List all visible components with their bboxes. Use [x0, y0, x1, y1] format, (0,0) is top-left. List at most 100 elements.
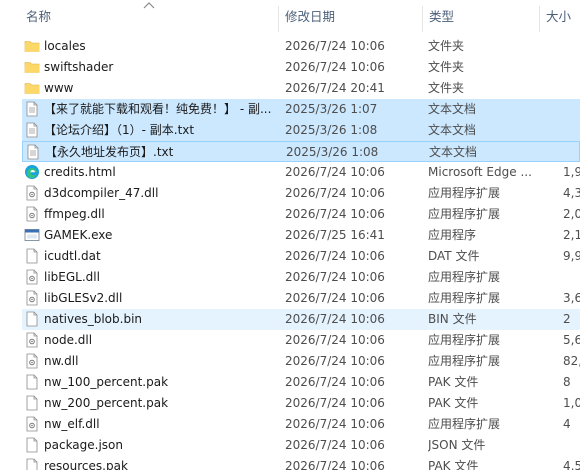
- text-file-icon: [24, 101, 40, 117]
- file-modified-date: 2026/7/24 10:06: [285, 186, 385, 200]
- file-size: 2,0: [563, 207, 580, 221]
- file-type: 应用程序扩展: [428, 417, 501, 431]
- column-header-name[interactable]: 名称: [22, 0, 276, 34]
- file-name: ffmpeg.dll: [44, 207, 105, 221]
- blank-file-icon: [24, 248, 40, 264]
- file-size: 2,1: [563, 228, 580, 242]
- file-name: libGLESv2.dll: [44, 291, 123, 305]
- column-header-type[interactable]: 类型: [425, 0, 537, 34]
- file-size: 4,3: [563, 186, 580, 200]
- file-row[interactable]: ffmpeg.dll 2026/7/24 10:06 应用程序扩展 2,0: [22, 204, 580, 225]
- file-modified-date: 2026/7/24 10:06: [285, 396, 385, 410]
- file-modified-date: 2025/3/26 1:08: [286, 145, 379, 159]
- edge-icon: [24, 164, 40, 180]
- file-type: 文本文档: [429, 145, 478, 159]
- file-size: [563, 36, 580, 57]
- blank-file-icon: [24, 458, 40, 470]
- blank-file-icon: [24, 437, 40, 453]
- folder-icon: [24, 59, 40, 75]
- dll-file-icon: [24, 332, 40, 348]
- column-header-bar: 名称 修改日期 类型 大小: [0, 0, 580, 34]
- file-type: 文本文档: [428, 123, 477, 137]
- file-name: natives_blob.bin: [44, 312, 143, 326]
- file-modified-date: 2026/7/24 10:06: [285, 270, 385, 284]
- file-size: 5,6: [563, 333, 580, 347]
- file-modified-date: 2026/7/24 10:06: [285, 165, 385, 179]
- file-name: package.json: [44, 438, 124, 452]
- file-row[interactable]: 【永久地址发布页】.txt 2025/3/26 1:08 文本文档: [22, 141, 580, 162]
- file-row[interactable]: locales 2026/7/24 10:06 文件夹: [22, 36, 580, 57]
- column-divider[interactable]: [278, 6, 279, 32]
- blank-file-icon: [24, 374, 40, 390]
- column-header-date[interactable]: 修改日期: [281, 0, 421, 34]
- file-size: 4,5: [563, 459, 580, 470]
- file-type: 应用程序扩展: [428, 207, 501, 221]
- file-row[interactable]: 【来了就能下载和观看！纯免费！】 - 副... 2025/3/26 1:07 文本文…: [22, 99, 580, 120]
- file-modified-date: 2026/7/24 10:06: [285, 354, 385, 368]
- dll-file-icon: [24, 206, 40, 222]
- column-divider[interactable]: [422, 6, 423, 32]
- file-size: 2: [563, 312, 571, 326]
- file-modified-date: 2026/7/24 10:06: [285, 249, 385, 263]
- file-type: Microsoft Edge ...: [428, 165, 532, 179]
- file-type: 应用程序扩展: [428, 291, 501, 305]
- file-size: [564, 142, 580, 163]
- file-row[interactable]: node.dll 2026/7/24 10:06 应用程序扩展 5,6: [22, 330, 580, 351]
- file-modified-date: 2025/3/26 1:07: [285, 102, 378, 116]
- file-row[interactable]: nw_elf.dll 2026/7/24 10:06 应用程序扩展 4: [22, 414, 580, 435]
- file-modified-date: 2026/7/24 10:06: [285, 291, 385, 305]
- column-divider[interactable]: [539, 6, 540, 32]
- file-type: PAK 文件: [428, 396, 479, 410]
- file-type: PAK 文件: [428, 375, 479, 389]
- file-type: 文本文档: [428, 102, 477, 116]
- file-row[interactable]: nw_200_percent.pak 2026/7/24 10:06 PAK 文件 1…: [22, 393, 580, 414]
- blank-file-icon: [24, 311, 40, 327]
- file-row[interactable]: libEGL.dll 2026/7/24 10:06 应用程序扩展: [22, 267, 580, 288]
- file-row[interactable]: icudtl.dat 2026/7/24 10:06 DAT 文件 9,9: [22, 246, 580, 267]
- file-type: BIN 文件: [428, 312, 477, 326]
- exe-icon: [24, 227, 40, 243]
- file-size: 8: [563, 375, 571, 389]
- file-row[interactable]: libGLESv2.dll 2026/7/24 10:06 应用程序扩展 3,6: [22, 288, 580, 309]
- file-modified-date: 2026/7/24 10:06: [285, 207, 385, 221]
- file-name: swiftshader: [44, 60, 114, 74]
- dll-file-icon: [24, 185, 40, 201]
- text-file-icon: [24, 122, 40, 138]
- file-row[interactable]: package.json 2026/7/24 10:06 JSON 文件: [22, 435, 580, 456]
- file-size: [563, 435, 580, 456]
- file-modified-date: 2026/7/24 10:06: [285, 312, 385, 326]
- file-row[interactable]: resources.pak 2026/7/24 10:06 PAK 文件 4,5: [22, 456, 580, 470]
- file-type: PAK 文件: [428, 459, 479, 470]
- file-row[interactable]: nw_100_percent.pak 2026/7/24 10:06 PAK 文件 8: [22, 372, 580, 393]
- file-size: [563, 99, 580, 120]
- file-type: 应用程序扩展: [428, 186, 501, 200]
- file-size: [563, 267, 580, 288]
- file-row[interactable]: swiftshader 2026/7/24 10:06 文件夹: [22, 57, 580, 78]
- column-header-size[interactable]: 大小: [542, 0, 580, 34]
- file-size: 3,6: [563, 291, 580, 305]
- file-size: [563, 78, 580, 99]
- file-row[interactable]: GAMEK.exe 2026/7/25 16:41 应用程序 2,1: [22, 225, 580, 246]
- text-file-icon: [25, 144, 41, 160]
- file-name: d3dcompiler_47.dll: [44, 186, 159, 200]
- file-type: 文件夹: [428, 39, 465, 53]
- file-type: 应用程序扩展: [428, 333, 501, 347]
- file-type: JSON 文件: [428, 438, 486, 452]
- file-name: icudtl.dat: [44, 249, 101, 263]
- file-name: www: [44, 81, 74, 95]
- file-name: nw_elf.dll: [44, 417, 100, 431]
- file-size: 1,9: [563, 165, 580, 179]
- file-row[interactable]: nw.dll 2026/7/24 10:06 应用程序扩展 82,4: [22, 351, 580, 372]
- dll-file-icon: [24, 290, 40, 306]
- file-row[interactable]: 【论坛介绍】（1）- 副本.txt 2025/3/26 1:08 文本文档: [22, 120, 580, 141]
- file-row[interactable]: d3dcompiler_47.dll 2026/7/24 10:06 应用程序扩展 4…: [22, 183, 580, 204]
- file-type: DAT 文件: [428, 249, 480, 263]
- file-row[interactable]: credits.html 2026/7/24 10:06 Microsoft Edg…: [22, 162, 580, 183]
- file-name: resources.pak: [44, 459, 128, 470]
- file-type: 文件夹: [428, 81, 465, 95]
- file-size: 82,4: [563, 354, 580, 368]
- file-size: [563, 120, 580, 141]
- file-row[interactable]: www 2026/7/24 20:41 文件夹: [22, 78, 580, 99]
- file-name: GAMEK.exe: [44, 228, 113, 242]
- file-row[interactable]: natives_blob.bin 2026/7/24 10:06 BIN 文件 2: [22, 309, 580, 330]
